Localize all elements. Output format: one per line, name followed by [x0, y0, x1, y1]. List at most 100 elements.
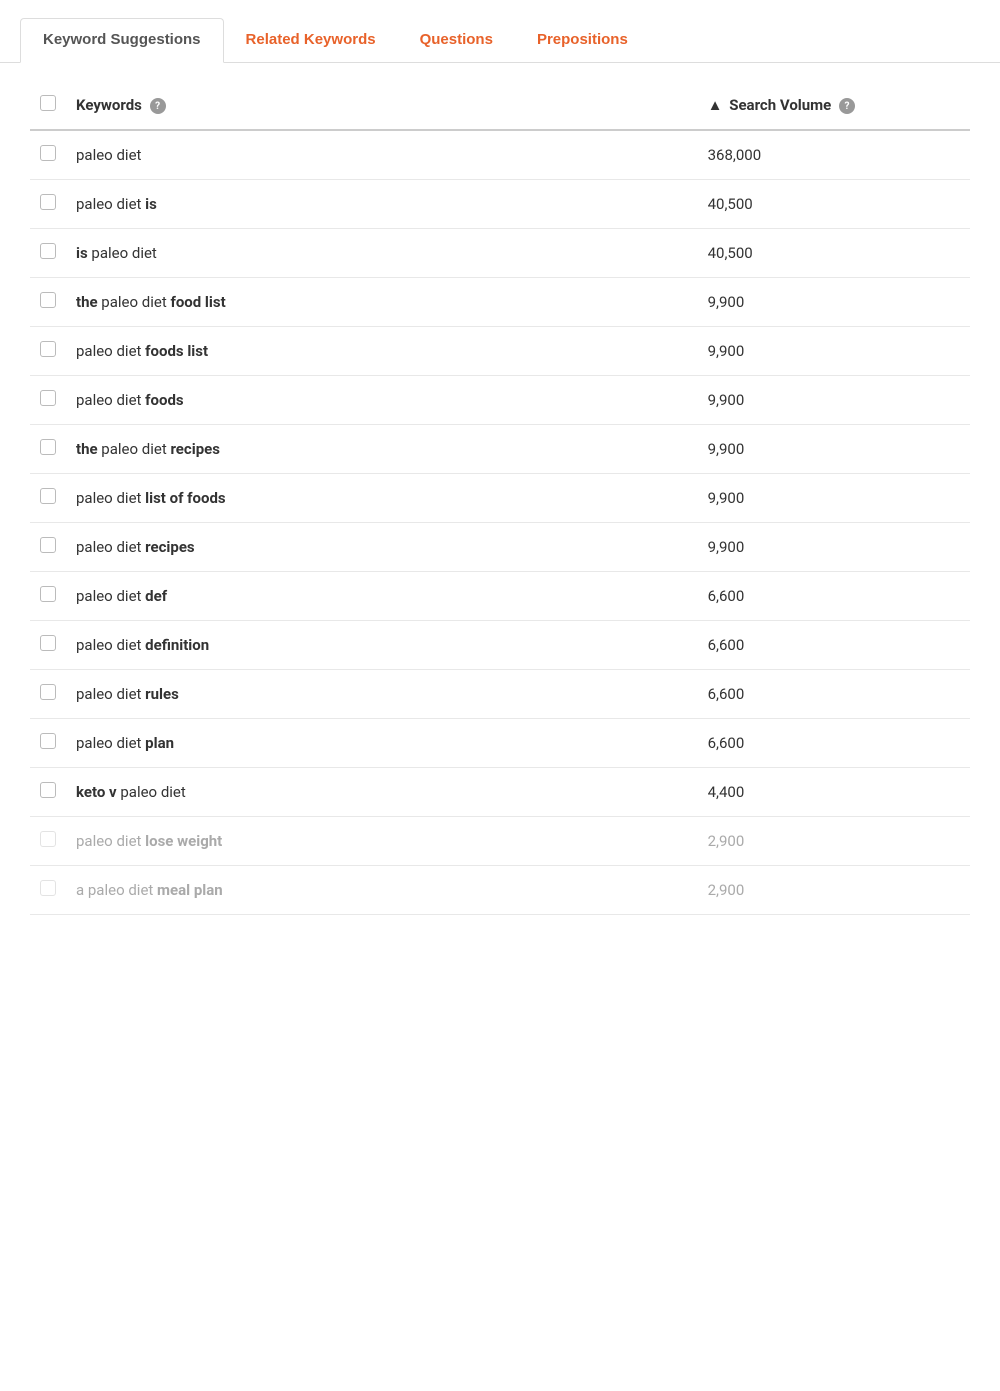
row-checkbox-cell [30, 229, 66, 278]
table-row: paleo diet is40,500 [30, 180, 970, 229]
keyword-bold-part: rules [145, 685, 179, 703]
keyword-bold-part: list of foods [145, 489, 225, 507]
table-row: paleo diet list of foods9,900 [30, 474, 970, 523]
tab-bar: Keyword Suggestions Related Keywords Que… [0, 0, 1000, 63]
row-checkbox[interactable] [40, 831, 56, 847]
row-checkbox[interactable] [40, 537, 56, 553]
table-row: keto v paleo diet 4,400 [30, 768, 970, 817]
row-checkbox-cell [30, 719, 66, 768]
row-checkbox[interactable] [40, 880, 56, 896]
keyword-text-part: paleo diet [76, 587, 145, 605]
search-volume-cell: 6,600 [698, 719, 970, 768]
keyword-cell: a paleo diet meal plan [66, 866, 698, 915]
table-row: is paleo diet40,500 [30, 229, 970, 278]
keyword-cell: paleo diet definition [66, 621, 698, 670]
keyword-cell: paleo diet plan [66, 719, 698, 768]
search-volume-cell: 6,600 [698, 670, 970, 719]
row-checkbox[interactable] [40, 733, 56, 749]
keyword-text-part: paleo diet [76, 832, 145, 850]
row-checkbox[interactable] [40, 782, 56, 798]
search-volume-cell: 6,600 [698, 621, 970, 670]
search-volume-cell: 368,000 [698, 130, 970, 180]
tab-related-keywords[interactable]: Related Keywords [224, 18, 398, 62]
keyword-text-part: paleo diet [76, 538, 145, 556]
row-checkbox-cell [30, 621, 66, 670]
row-checkbox[interactable] [40, 145, 56, 161]
keyword-text-part: paleo diet [76, 195, 145, 213]
keyword-cell: paleo diet lose weight [66, 817, 698, 866]
keyword-text-part: paleo diet [88, 244, 157, 262]
keyword-text-part: paleo diet [98, 440, 171, 458]
keyword-bold-part: is [145, 195, 157, 213]
keyword-bold-part: plan [145, 734, 174, 752]
keyword-cell: the paleo diet food list [66, 278, 698, 327]
keyword-cell: paleo diet def [66, 572, 698, 621]
table-row: paleo diet rules6,600 [30, 670, 970, 719]
keyword-bold-part: the [76, 440, 98, 458]
row-checkbox-cell [30, 670, 66, 719]
search-volume-cell: 4,400 [698, 768, 970, 817]
row-checkbox[interactable] [40, 586, 56, 602]
table-row: paleo diet foods list9,900 [30, 327, 970, 376]
keyword-bold-part: recipes [170, 440, 219, 458]
keyword-bold-part: foods [145, 391, 183, 409]
row-checkbox-cell [30, 523, 66, 572]
search-volume-cell: 9,900 [698, 376, 970, 425]
keyword-bold-part: recipes [145, 538, 194, 556]
row-checkbox[interactable] [40, 684, 56, 700]
row-checkbox[interactable] [40, 635, 56, 651]
row-checkbox[interactable] [40, 488, 56, 504]
keyword-cell: paleo diet foods [66, 376, 698, 425]
select-all-checkbox[interactable] [40, 95, 56, 111]
search-volume-cell: 40,500 [698, 180, 970, 229]
keyword-cell: the paleo diet recipes [66, 425, 698, 474]
search-volume-cell: 2,900 [698, 817, 970, 866]
table-header-row: Keywords ? ▲ Search Volume ? [30, 83, 970, 130]
row-checkbox[interactable] [40, 194, 56, 210]
table-row: paleo diet def6,600 [30, 572, 970, 621]
table-row: paleo diet plan6,600 [30, 719, 970, 768]
table-row: paleo diet 368,000 [30, 130, 970, 180]
row-checkbox[interactable] [40, 292, 56, 308]
keyword-bold-part: is [76, 244, 88, 262]
table-row: paleo diet recipes 9,900 [30, 523, 970, 572]
keywords-header-label: Keywords [76, 96, 142, 114]
row-checkbox-cell [30, 768, 66, 817]
select-all-header[interactable] [30, 83, 66, 130]
keyword-text-part: paleo diet [76, 146, 141, 164]
keyword-bold-part: keto v [76, 783, 117, 801]
tab-keyword-suggestions[interactable]: Keyword Suggestions [20, 18, 224, 63]
keyword-bold-part: definition [145, 636, 209, 654]
row-checkbox[interactable] [40, 439, 56, 455]
row-checkbox-cell [30, 817, 66, 866]
keyword-text-part: paleo diet [117, 783, 186, 801]
row-checkbox[interactable] [40, 390, 56, 406]
keyword-bold-part: the [76, 293, 98, 311]
keyword-cell: paleo diet rules [66, 670, 698, 719]
keyword-bold-part: food list [170, 293, 225, 311]
keyword-cell: is paleo diet [66, 229, 698, 278]
row-checkbox[interactable] [40, 341, 56, 357]
search-volume-cell: 2,900 [698, 866, 970, 915]
row-checkbox-cell [30, 376, 66, 425]
keyword-text-part: paleo diet [76, 342, 145, 360]
table-row: paleo diet foods9,900 [30, 376, 970, 425]
keywords-info-icon: ? [150, 98, 166, 114]
tab-prepositions[interactable]: Prepositions [515, 18, 650, 62]
keyword-cell: paleo diet foods list [66, 327, 698, 376]
keyword-text-part: paleo diet [76, 391, 145, 409]
search-volume-column-header[interactable]: ▲ Search Volume ? [698, 83, 970, 130]
row-checkbox-cell [30, 474, 66, 523]
row-checkbox[interactable] [40, 243, 56, 259]
keyword-cell: paleo diet is [66, 180, 698, 229]
keyword-bold-part: lose weight [145, 832, 222, 850]
table-body: paleo diet368,000paleo diet is40,500is p… [30, 130, 970, 915]
keywords-column-header: Keywords ? [66, 83, 698, 130]
row-checkbox-cell [30, 278, 66, 327]
tab-questions[interactable]: Questions [398, 18, 515, 62]
row-checkbox-cell [30, 130, 66, 180]
search-volume-cell: 6,600 [698, 572, 970, 621]
search-volume-cell: 9,900 [698, 523, 970, 572]
keywords-table: Keywords ? ▲ Search Volume ? paleo diet 3… [30, 83, 970, 915]
keyword-cell: paleo diet list of foods [66, 474, 698, 523]
